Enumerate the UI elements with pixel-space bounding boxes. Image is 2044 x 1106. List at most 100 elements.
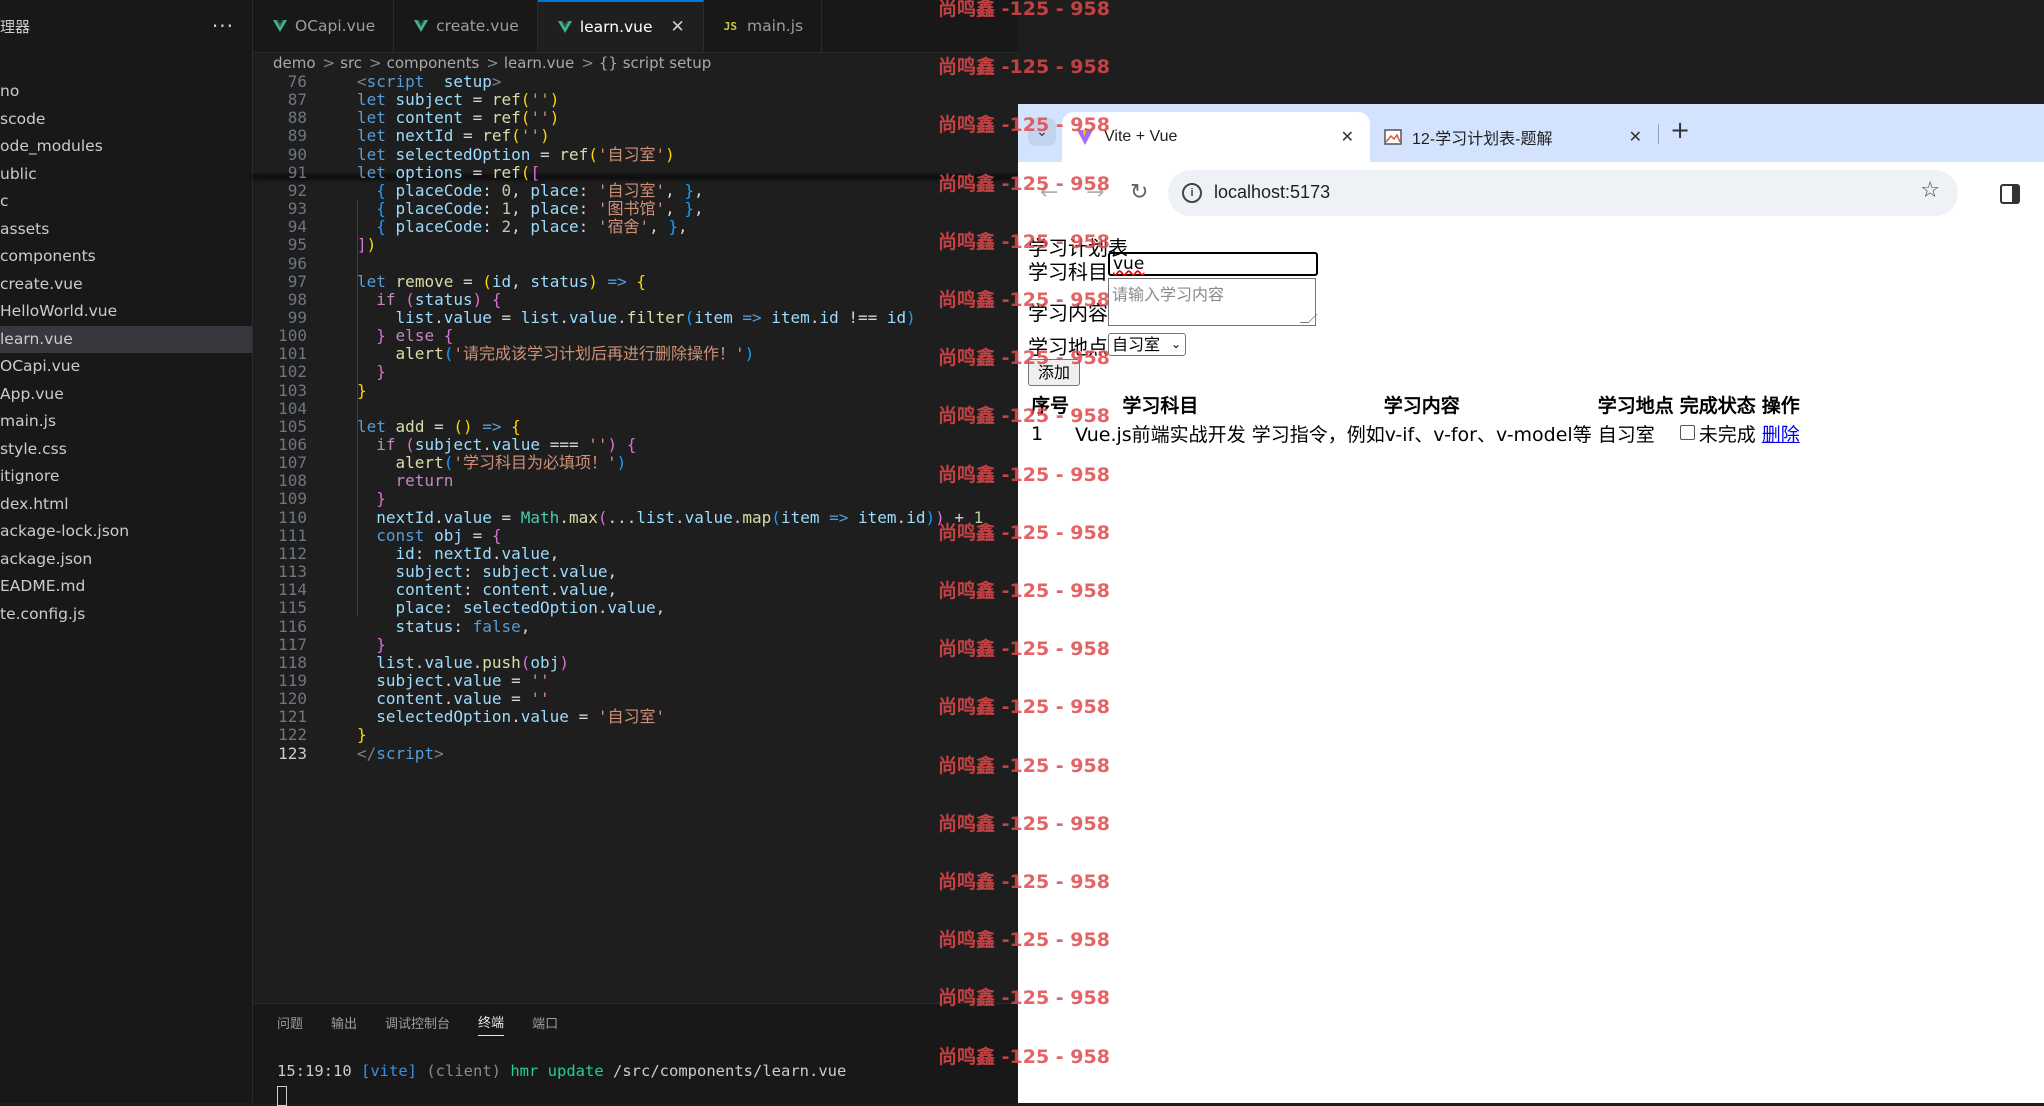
line-number: 114 (278, 580, 307, 600)
line-number: 105 (278, 416, 307, 436)
terminal-output[interactable]: 15:19:10 [vite] (client) hmr update /src… (253, 1044, 1018, 1106)
bookmark-star-icon[interactable]: ☆ (1920, 178, 1940, 203)
place-select[interactable]: 自习室 ⌄ (1108, 333, 1186, 356)
line-number: 116 (278, 616, 307, 636)
panel-tab[interactable]: 调试控制台 (385, 1013, 450, 1036)
table-cell-content: 学习指令，例如v-if、v-for、v-model等 (1251, 424, 1592, 446)
line-number: 103 (278, 380, 307, 400)
site-info-icon[interactable]: i (1182, 183, 1202, 203)
terminal-vite-tag: [vite] (361, 1062, 417, 1080)
status-checkbox[interactable] (1679, 425, 1695, 440)
file-tree-item[interactable]: dex.html (0, 491, 252, 519)
subject-value: vue (1113, 254, 1145, 274)
vue-icon (557, 21, 572, 33)
tab-search-icon[interactable]: ⌄ (1028, 118, 1056, 146)
new-tab-icon[interactable]: + (1670, 116, 1690, 144)
more-actions-icon[interactable]: ··· (212, 14, 234, 38)
file-tree-item[interactable]: ackage-lock.json (0, 518, 252, 546)
file-tree-item[interactable]: itignore (0, 463, 252, 491)
code-text: status: false, (395, 616, 531, 636)
add-button[interactable]: 添加 (1028, 359, 1080, 386)
line-number: 115 (278, 598, 307, 618)
code-text: alert('学习科目为必填项！') (395, 453, 627, 473)
editor-tab[interactable]: learn.vue ✕ (537, 0, 704, 52)
terminal-time: 15:19:10 (277, 1062, 352, 1080)
breadcrumb-item[interactable]: demo (273, 54, 316, 72)
editor-tabs: OCapi.vue create.vue learn.vue ✕ JS main.js (253, 0, 1018, 53)
browser-tab-solution[interactable]: 12-学习计划表-题解 ✕ (1370, 112, 1658, 162)
file-tree-item[interactable]: main.js (0, 408, 252, 436)
table-header-cell: 操作 (1761, 395, 1800, 417)
file-tree-item[interactable]: scode (0, 106, 252, 134)
panel-tab[interactable]: 端口 (532, 1013, 558, 1036)
file-tree-item[interactable]: no (0, 78, 252, 106)
file-tree-item[interactable]: learn.vue (0, 325, 252, 353)
breadcrumb-item[interactable]: {} script setup (599, 54, 711, 72)
file-tree-item[interactable]: ode_modules (0, 133, 252, 161)
line-number: 120 (278, 689, 307, 709)
breadcrumb-item[interactable]: src (340, 54, 362, 72)
file-tree-item[interactable]: c (0, 188, 252, 216)
table-header-cell: 完成状态 (1679, 395, 1756, 417)
browser-tab-title: 12-学习计划表-题解 (1412, 131, 1553, 148)
bottom-panel: 问题 输出 调试控制台 终端 端口 15:19:10 [vite] (client) h… (253, 1003, 1018, 1106)
table-cell-subject: Vue.js前端实战开发 (1075, 424, 1246, 446)
file-tree-item[interactable]: assets (0, 216, 252, 244)
reload-icon[interactable]: ↻ (1130, 180, 1148, 205)
close-tab-icon[interactable]: ✕ (1629, 127, 1642, 147)
browser-tab-vite[interactable]: Vite + Vue ✕ (1062, 112, 1370, 162)
table-header-row: 序号 学习科目 学习内容 学习地点 完成状态 操作 (1028, 390, 1803, 419)
panel-tab[interactable]: 终端 (478, 1012, 505, 1036)
plan-table: 序号 学习科目 学习内容 学习地点 完成状态 操作 1 Vue.js前端实战开发 学习指令，例… (1028, 390, 1803, 448)
chevron-down-icon: ⌄ (1170, 337, 1181, 351)
file-tree-item[interactable]: style.css (0, 436, 252, 464)
code-text: if (subject.value === '') { (376, 435, 637, 454)
code-text: let options = ref([ (357, 162, 541, 182)
chevron-right-icon: > (486, 54, 499, 72)
file-tree-item[interactable]: HelloWorld.vue (0, 298, 252, 326)
forward-icon[interactable]: → (1086, 180, 1104, 205)
line-number: 121 (278, 707, 307, 727)
code-text: let nextId = ref('') (357, 126, 550, 146)
table-header-cell: 学习内容 (1383, 395, 1460, 417)
code-text: alert('请完成该学习计划后再进行删除操作！') (395, 344, 755, 364)
panel-tab[interactable]: 问题 (277, 1013, 303, 1036)
line-number: 109 (278, 489, 307, 509)
file-tree-item[interactable]: EADME.md (0, 573, 252, 601)
file-tree-item[interactable]: ackage.json (0, 546, 252, 574)
editor-tab[interactable]: OCapi.vue (253, 0, 395, 52)
file-tree-item[interactable]: App.vue (0, 381, 252, 409)
tab-divider (1658, 124, 1659, 144)
code-editor[interactable]: 76 <script setup> 87 let subject = ref('') 8… (253, 72, 1018, 976)
line-number: 111 (278, 525, 307, 545)
line-number: 76 (287, 72, 307, 91)
file-tree-item[interactable]: OCapi.vue (0, 353, 252, 381)
code-text: } (376, 634, 386, 654)
close-icon[interactable]: ✕ (671, 17, 685, 37)
breadcrumb-item[interactable]: components (387, 54, 480, 72)
back-icon[interactable]: ← (1040, 180, 1058, 205)
content-placeholder: 请输入学习内容 (1112, 285, 1225, 304)
side-panel-icon[interactable] (2000, 184, 2020, 204)
breadcrumb-item[interactable]: learn.vue (504, 54, 574, 72)
editor-tab-label: OCapi.vue (295, 17, 376, 35)
code-text: subject.value = '' (376, 670, 550, 690)
table-cell-place: 自习室 (1597, 424, 1655, 446)
file-tree-item[interactable]: components (0, 243, 252, 271)
code-text: const obj = { (376, 525, 502, 545)
editor-tab[interactable]: JS main.js (704, 0, 823, 52)
content-textarea[interactable]: 请输入学习内容 (1108, 278, 1316, 326)
close-tab-icon[interactable]: ✕ (1341, 127, 1354, 147)
file-tree-item[interactable]: create.vue (0, 271, 252, 299)
file-tree-item[interactable]: te.config.js (0, 601, 252, 629)
code-text: content: content.value, (395, 580, 618, 600)
panel-tab[interactable]: 输出 (331, 1013, 357, 1036)
file-tree-item[interactable]: ublic (0, 161, 252, 189)
editor-tab[interactable]: create.vue (394, 0, 538, 52)
delete-link[interactable]: 删除 (1762, 424, 1800, 446)
browser-tab-title: Vite + Vue (1104, 128, 1178, 145)
vscode-window: 理器 ··· no scode ode_modules ublic c assets com… (0, 0, 1018, 1106)
subject-input[interactable]: vue (1108, 252, 1318, 276)
code-text: content.value = '' (376, 689, 550, 709)
address-bar[interactable]: i localhost:5173 ☆ (1168, 170, 1958, 216)
